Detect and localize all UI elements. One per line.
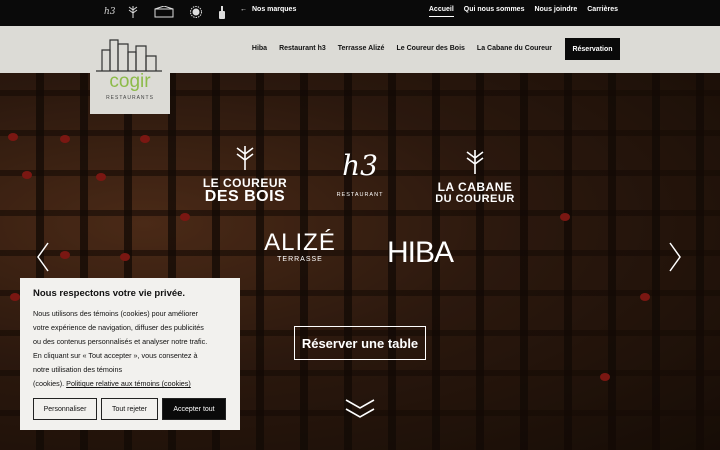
- logo-hiba[interactable]: HIBA: [376, 236, 464, 270]
- alize-sub: TERRASSE: [277, 256, 323, 263]
- top-links: Accueil Qui nous sommes Nous joindre Car…: [428, 6, 618, 17]
- cookie-buttons: Personnaliser Tout rejeter Accepter tout: [33, 398, 226, 420]
- tree-icon[interactable]: [128, 4, 138, 20]
- logo-sub: RESTAURANTS: [106, 95, 154, 101]
- nav-link-coureur-des-bois[interactable]: Le Coureur des Bois: [396, 45, 464, 52]
- accepter-tout-button[interactable]: Accepter tout: [162, 398, 226, 420]
- pine-icon: [466, 150, 484, 174]
- cabane-line2: DU COUREUR: [435, 193, 515, 205]
- h3-icon[interactable]: h3: [104, 4, 116, 20]
- nos-marques-link[interactable]: ← Nos marques: [240, 6, 296, 13]
- cookie-title: Nous respectons votre vie privée.: [33, 288, 186, 299]
- arrow-left-icon: ←: [240, 6, 247, 13]
- tout-rejeter-button[interactable]: Tout rejeter: [101, 398, 158, 420]
- reservation-button[interactable]: Réservation: [565, 38, 620, 60]
- top-link-qui-nous-sommes[interactable]: Qui nous sommes: [464, 6, 525, 17]
- cookie-policy-link[interactable]: Politique relative aux témoins (cookies): [66, 379, 191, 388]
- top-link-carrieres[interactable]: Carrières: [587, 6, 618, 17]
- top-link-nous-joindre[interactable]: Nous joindre: [534, 6, 577, 17]
- bottle-icon[interactable]: [218, 4, 226, 20]
- hiba-name: HIBA: [386, 236, 454, 269]
- cookie-line-6-text: (cookies).: [33, 379, 65, 388]
- sun-icon[interactable]: [190, 4, 202, 20]
- logo-restaurant-h3[interactable]: h3 RESTAURANT: [332, 146, 388, 198]
- cookie-line-1: Nous utilisons des témoins (cookies) pou…: [33, 309, 198, 318]
- coureur-line2: DES BOIS: [204, 188, 286, 205]
- reserver-une-table-button[interactable]: Réserver une table: [294, 326, 426, 360]
- cookie-line-5: notre utilisation des témoins: [33, 365, 123, 374]
- h3-mark: h3: [342, 149, 378, 182]
- cookie-line-3: ou des contenus personnalisés et analyse…: [33, 337, 208, 346]
- cogir-logo[interactable]: cogir RESTAURANTS: [90, 38, 170, 114]
- cabane-line1: LA CABANE: [437, 180, 513, 194]
- pine-icon: [236, 146, 254, 170]
- cookie-line-6: (cookies). Politique relative aux témoin…: [33, 377, 227, 391]
- logo-terrasse-alize[interactable]: ALIZÉ TERRASSE: [258, 229, 342, 264]
- top-bar: h3 ← Nos marques Accueil Qui nous sommes…: [0, 0, 720, 26]
- h3-sub: RESTAURANT: [336, 192, 384, 198]
- chevron-left-icon[interactable]: [36, 242, 50, 280]
- nav-link-terrasse-alize[interactable]: Terrasse Alizé: [338, 45, 385, 52]
- nav-links: Hiba Restaurant h3 Terrasse Alizé Le Cou…: [252, 45, 552, 52]
- nav-link-hiba[interactable]: Hiba: [252, 45, 267, 52]
- logo-name: cogir: [109, 71, 151, 92]
- nos-marques-label: Nos marques: [252, 6, 297, 13]
- cookie-line-2: votre expérience de navigation, diffuser…: [33, 323, 204, 332]
- double-chevron-down-icon[interactable]: [344, 398, 376, 425]
- logo-coureur-des-bois[interactable]: LE COUREUR DES BOIS: [198, 146, 292, 205]
- logo-cabane-du-coureur[interactable]: LA CABANE DU COUREUR: [432, 150, 518, 205]
- cookie-line-4: En cliquant sur « Tout accepter », vous …: [33, 351, 198, 360]
- top-link-accueil[interactable]: Accueil: [428, 6, 454, 17]
- alize-name: ALIZÉ: [264, 229, 336, 256]
- cookie-banner: Nous respectons votre vie privée. Nous u…: [20, 278, 240, 430]
- nav-link-restaurant-h3[interactable]: Restaurant h3: [279, 45, 326, 52]
- personnaliser-button[interactable]: Personnaliser: [33, 398, 97, 420]
- nav-link-cabane-du-coureur[interactable]: La Cabane du Coureur: [477, 45, 552, 52]
- cabin-icon[interactable]: [154, 4, 174, 20]
- chevron-right-icon[interactable]: [668, 242, 682, 280]
